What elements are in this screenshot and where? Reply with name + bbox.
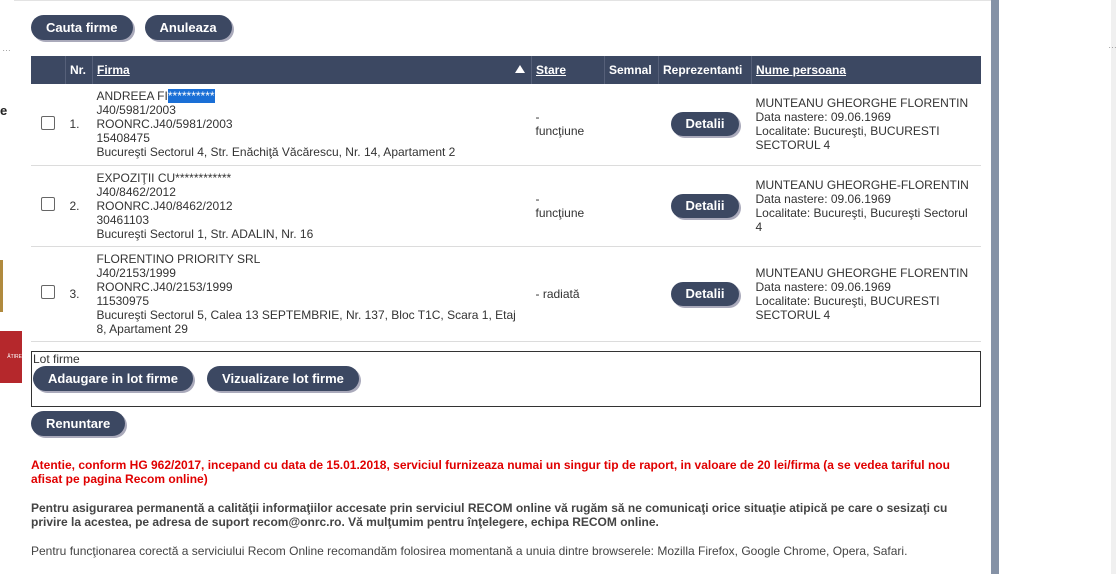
detalii-button[interactable]: Detalii bbox=[671, 193, 739, 218]
firma-name: EXPOZIŢII CU************ bbox=[97, 171, 528, 185]
row-number: 2. bbox=[65, 165, 93, 247]
stare-cell: - funcţiune bbox=[531, 165, 605, 247]
row-number: 1. bbox=[65, 84, 93, 166]
reprezentanti-cell: Detalii bbox=[658, 246, 752, 342]
header-semnal: Semnal bbox=[604, 56, 659, 84]
person-birth: Data nastere: 09.06.1969 bbox=[755, 279, 891, 294]
left-page-strip: … e ĂTIRE bbox=[0, 0, 22, 574]
firma-name-highlight: ********** bbox=[167, 89, 215, 104]
persoana-cell: MUNTEANU GHEORGHE FLORENTIN Data nastere… bbox=[751, 246, 981, 342]
stare-value: - radiată bbox=[535, 286, 580, 301]
persoana-cell: MUNTEANU GHEORGHE-FLORENTIN Data nastere… bbox=[751, 165, 981, 247]
firma-address: Bucureşti Sectorul 1, Str. ADALIN, Nr. 1… bbox=[96, 226, 314, 241]
firma-name-plain: ANDREEA FI bbox=[96, 89, 168, 104]
firma-reg: J40/2153/1999 bbox=[96, 265, 176, 280]
firma-address: Bucureşti Sectorul 4, Str. Enăchiţă Văcă… bbox=[96, 145, 456, 160]
table-row: 3. FLORENTINO PRIORITY SRL J40/2153/1999… bbox=[31, 246, 981, 342]
person-birth: Data nastere: 09.06.1969 bbox=[755, 110, 891, 125]
semnal-cell bbox=[604, 165, 659, 247]
person-name: MUNTEANU GHEORGHE FLORENTIN bbox=[755, 265, 969, 280]
row-select-cell bbox=[31, 246, 66, 342]
semnal-cell bbox=[604, 84, 659, 166]
header-nume-persoana[interactable]: Nume persoana bbox=[751, 56, 981, 84]
left-badge-text: ĂTIRE bbox=[7, 354, 22, 360]
firma-euid: ROONRC.J40/8462/2012 bbox=[96, 198, 233, 213]
row-select-cell bbox=[31, 165, 66, 247]
sort-stare-link[interactable]: Stare bbox=[536, 63, 566, 77]
browser-notice: Pentru funcţionarea corectă a serviciulu… bbox=[31, 544, 908, 558]
row-number: 3. bbox=[65, 246, 93, 342]
firma-name: FLORENTINO PRIORITY SRL bbox=[97, 252, 528, 266]
stare-value: funcţiune bbox=[535, 205, 585, 220]
top-divider bbox=[14, 0, 994, 4]
cauta-firme-button[interactable]: Cauta firme bbox=[31, 15, 133, 40]
detalii-button[interactable]: Detalii bbox=[671, 112, 739, 137]
firma-name-plain: FLORENTINO PRIORITY SRL bbox=[96, 251, 261, 266]
firma-cell: EXPOZIŢII CU************ J40/8462/2012 R… bbox=[92, 165, 532, 247]
person-locality: Localitate: Bucureşti, Bucureşti Sectoru… bbox=[755, 205, 968, 234]
lot-firme-label: Lot firme bbox=[33, 352, 80, 366]
firma-reg: J40/8462/2012 bbox=[96, 184, 176, 199]
reprezentanti-cell: Detalii bbox=[658, 165, 752, 247]
scrollbar-track[interactable] bbox=[1111, 0, 1116, 574]
results-table: Nr. Firma Stare Semnal Reprezentanti Num… bbox=[31, 56, 981, 342]
person-birth: Data nastere: 09.06.1969 bbox=[755, 191, 891, 206]
firma-cui: 15408475 bbox=[96, 131, 150, 146]
stare-value: funcţiune bbox=[535, 124, 585, 139]
right-dots-decoration: … bbox=[1108, 40, 1116, 50]
firma-cui: 11530975 bbox=[96, 293, 150, 308]
lot-actions: Adaugare in lot firme Vizualizare lot fir… bbox=[33, 366, 359, 391]
left-thumbnail-1 bbox=[0, 260, 3, 312]
anuleaza-button[interactable]: Anuleaza bbox=[144, 15, 232, 40]
row-checkbox[interactable] bbox=[41, 197, 56, 211]
adaugare-lot-button[interactable]: Adaugare in lot firme bbox=[33, 366, 194, 391]
renuntare-button[interactable]: Renuntare bbox=[31, 411, 126, 436]
semnal-cell bbox=[604, 246, 659, 342]
firma-reg: J40/5981/2003 bbox=[96, 103, 176, 118]
vertical-divider bbox=[991, 0, 999, 574]
header-reprezentanti: Reprezentanti bbox=[658, 56, 752, 84]
sort-nume-link[interactable]: Nume persoana bbox=[756, 63, 846, 77]
header-checkbox-col bbox=[31, 56, 66, 84]
reprezentanti-cell: Detalii bbox=[658, 84, 752, 166]
lot-firme-box: Lot firme Adaugare in lot firme Vizualiza… bbox=[31, 351, 981, 407]
table-row: 2. EXPOZIŢII CU************ J40/8462/201… bbox=[31, 165, 981, 247]
person-name: MUNTEANU GHEORGHE FLORENTIN bbox=[755, 96, 969, 111]
arrow-up-icon[interactable] bbox=[515, 65, 525, 73]
row-checkbox[interactable] bbox=[41, 115, 56, 130]
firma-euid: ROONRC.J40/2153/1999 bbox=[96, 279, 233, 294]
detalii-button[interactable]: Detalii bbox=[671, 281, 739, 306]
header-nr: Nr. bbox=[65, 56, 93, 84]
firma-cell: ANDREEA FI********** J40/5981/2003 ROONR… bbox=[92, 84, 532, 166]
person-name: MUNTEANU GHEORGHE-FLORENTIN bbox=[755, 177, 969, 192]
firma-name-plain: EXPOZIŢII CU************ bbox=[96, 170, 232, 185]
left-thumbnail-2: ĂTIRE bbox=[0, 331, 22, 383]
header-firma[interactable]: Firma bbox=[92, 56, 532, 84]
table-row: 1. ANDREEA FI********** J40/5981/2003 RO… bbox=[31, 84, 981, 166]
stare-dash: - bbox=[535, 191, 540, 206]
row-select-cell bbox=[31, 84, 66, 166]
firma-euid: ROONRC.J40/5981/2003 bbox=[96, 117, 233, 132]
tariff-warning: Atentie, conform HG 962/2017, incepand c… bbox=[31, 458, 950, 486]
stare-cell: - funcţiune bbox=[531, 84, 605, 166]
left-letter: e bbox=[0, 103, 8, 118]
persoana-cell: MUNTEANU GHEORGHE FLORENTIN Data nastere… bbox=[751, 84, 981, 166]
firma-cui: 30461103 bbox=[96, 212, 150, 227]
header-stare[interactable]: Stare bbox=[531, 56, 605, 84]
firma-address: Bucureşti Sectorul 5, Calea 13 SEPTEMBRI… bbox=[96, 307, 516, 336]
dots-decoration: … bbox=[2, 43, 11, 53]
firma-name: ANDREEA FI********** bbox=[96, 89, 528, 104]
row-checkbox[interactable] bbox=[41, 285, 56, 299]
stare-dash: - bbox=[535, 110, 540, 125]
support-notice: Pentru asigurarea permanentă a calităţii… bbox=[31, 501, 948, 529]
person-locality: Localitate: Bucureşti, BUCURESTI SECTORU… bbox=[755, 293, 940, 322]
vizualizare-lot-button[interactable]: Vizualizare lot firme bbox=[207, 366, 359, 391]
search-actions: Cauta firme Anuleaza bbox=[31, 15, 232, 40]
person-locality: Localitate: Bucureşti, BUCURESTI SECTORU… bbox=[755, 124, 940, 153]
firma-cell: FLORENTINO PRIORITY SRL J40/2153/1999 RO… bbox=[92, 246, 532, 342]
stare-cell: - radiată bbox=[531, 246, 605, 342]
table-header-row: Nr. Firma Stare Semnal Reprezentanti Num… bbox=[31, 56, 981, 84]
sort-firma-link[interactable]: Firma bbox=[97, 63, 130, 77]
